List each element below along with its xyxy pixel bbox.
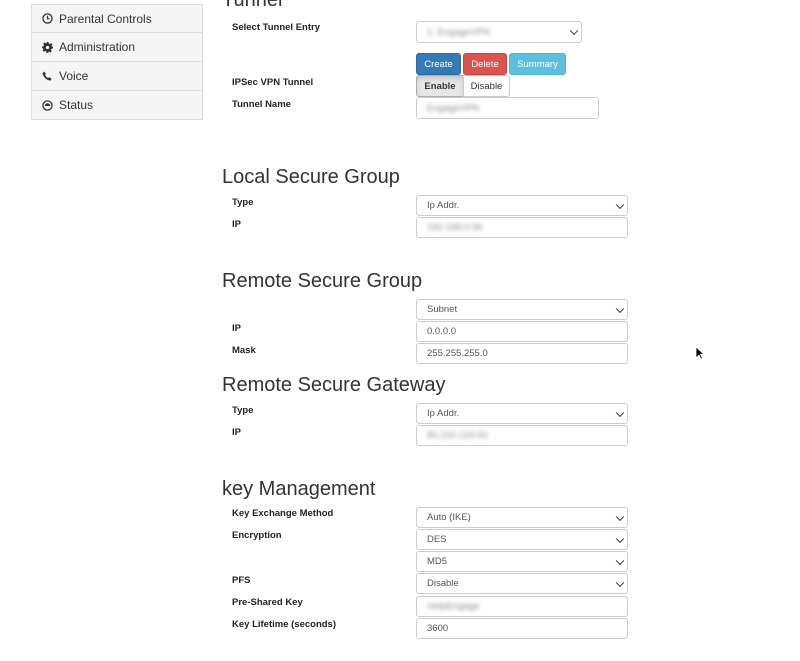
pre-shared-key-label: Pre-Shared Key [232,597,303,608]
remote-group-mask-label: Mask [232,345,256,356]
pfs-select[interactable]: Disable [416,573,628,594]
local-ip-input[interactable]: 192.168.0.96 [416,217,628,238]
remote-group-type-select[interactable]: Subnet [416,299,628,320]
tunnel-heading: Tunnel [222,0,283,11]
hash-select[interactable]: MD5 [416,551,628,572]
key-lifetime-label: Key Lifetime (seconds) [232,619,336,630]
remote-gateway-ip-input[interactable]: 80.210.123.50 [416,425,628,446]
sidebar-item-parental-controls[interactable]: Parental Controls [31,4,203,33]
gauge-icon [42,99,53,111]
sidebar-item-administration[interactable]: Administration [31,33,203,62]
tunnel-entry-select[interactable]: 1. EngageVPN [416,21,582,43]
chevron-down-icon [615,200,625,209]
chevron-down-icon [615,534,625,543]
enable-toggle[interactable]: Enable [416,75,464,97]
remote-gateway-type-select[interactable]: Ip Addr. [416,403,628,424]
summary-button[interactable]: Summary [509,53,566,75]
chevron-down-icon [615,304,625,313]
key-management-heading: key Management [222,478,376,500]
remote-group-ip-input[interactable]: 0.0.0.0 [416,321,628,342]
pfs-label: PFS [232,575,251,586]
remote-secure-group-heading: Remote Secure Group [222,270,423,292]
sidebar-item-voice[interactable]: Voice [31,62,203,91]
sidebar-item-label: Parental Controls [59,11,152,26]
tunnel-name-input[interactable]: EngageVPN [416,97,599,119]
key-exchange-method-label: Key Exchange Method [232,508,334,519]
local-type-label: Type [232,197,254,208]
sidebar-item-label: Administration [59,40,136,54]
sidebar-item-label: Voice [59,69,89,83]
local-ip-label: IP [232,219,241,230]
sidebar: Parental Controls Administration Voice S… [31,4,203,120]
remote-group-mask-input[interactable]: 255.255.255.0 [416,343,628,364]
disable-toggle[interactable]: Disable [463,75,510,97]
pre-shared-key-input[interactable]: HelpEngage [416,596,628,617]
local-type-select[interactable]: Ip Addr. [416,195,628,216]
create-button[interactable]: Create [416,53,461,75]
chevron-down-icon [569,26,579,36]
local-secure-group-heading: Local Secure Group [222,166,400,188]
remote-gateway-ip-label: IP [232,427,241,438]
encryption-label: Encryption [232,530,282,541]
phone-icon [42,70,53,82]
ipsec-vpn-tunnel-label: IPSec VPN Tunnel [232,77,314,88]
key-exchange-method-select[interactable]: Auto (IKE) [416,507,628,528]
delete-button[interactable]: Delete [463,53,507,75]
sidebar-item-status[interactable]: Status [31,91,203,120]
remote-secure-gateway-heading: Remote Secure Gateway [222,374,446,396]
chevron-down-icon [615,408,625,417]
chevron-down-icon [615,578,625,587]
remote-gateway-type-label: Type [232,405,254,416]
mouse-cursor-icon [695,346,705,360]
key-lifetime-input[interactable]: 3600 [416,618,628,639]
remote-group-ip-label: IP [232,323,241,334]
gear-icon [42,41,53,53]
select-tunnel-entry-label: Select Tunnel Entry [232,22,320,33]
encryption-select[interactable]: DES [416,529,628,550]
sidebar-item-label: Status [59,98,94,112]
chevron-down-icon [615,556,625,565]
clock-icon [42,13,53,24]
tunnel-name-label: Tunnel Name [232,99,291,110]
chevron-down-icon [615,512,625,521]
